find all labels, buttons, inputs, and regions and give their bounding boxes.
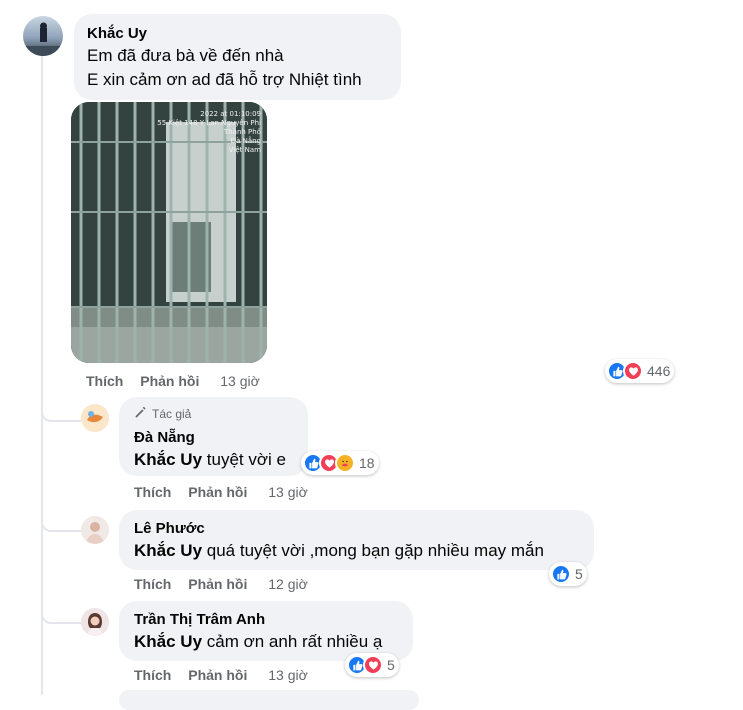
reply-message: cảm ơn anh rất nhiều ạ bbox=[206, 632, 383, 651]
care-reaction-icon bbox=[335, 453, 355, 473]
comment-photo[interactable]: 2022 at 01:10:09 55 Kiệt 148 Y Lan Nguyê… bbox=[71, 102, 267, 363]
reaction-summary[interactable]: 18 bbox=[301, 451, 379, 475]
thread-connector bbox=[41, 602, 81, 624]
thread-connector bbox=[41, 510, 81, 532]
reply-time[interactable]: 12 giờ bbox=[268, 576, 308, 592]
stamp-line: Đà Nẵng bbox=[230, 137, 261, 145]
stamp-line: 55 Kiệt 148 Y Lan Nguyên Phi bbox=[157, 119, 261, 127]
avatar[interactable] bbox=[81, 404, 109, 432]
reply-bubble bbox=[119, 510, 594, 570]
reply-actions: Thích Phản hồi 13 giờ bbox=[134, 667, 308, 683]
comment-author[interactable]: Khắc Uy bbox=[87, 25, 147, 42]
reply-message: quá tuyệt vời ,mong bạn gặp nhiều may mắ… bbox=[206, 541, 544, 560]
reply-time[interactable]: 13 giờ bbox=[268, 484, 308, 500]
reply-author[interactable]: Lê Phước bbox=[134, 520, 205, 537]
avatar-image bbox=[81, 516, 109, 544]
avatar-image bbox=[81, 608, 109, 636]
like-button[interactable]: Thích bbox=[134, 667, 171, 683]
reaction-count: 446 bbox=[647, 363, 671, 379]
reaction-count: 18 bbox=[359, 455, 375, 471]
love-reaction-icon bbox=[363, 655, 383, 675]
reply-actions: Thích Phản hồi 12 giờ bbox=[134, 576, 308, 592]
love-reaction-icon bbox=[623, 361, 643, 381]
reply-actions: Thích Phản hồi 13 giờ bbox=[134, 484, 308, 500]
reply-author[interactable]: Trần Thị Trâm Anh bbox=[134, 611, 265, 628]
mention-link[interactable]: Khắc Uy bbox=[134, 541, 202, 560]
thread-line bbox=[41, 56, 43, 695]
stamp-line: 2022 at 01:10:09 bbox=[200, 110, 261, 118]
reply-button[interactable]: Phản hồi bbox=[140, 373, 199, 389]
avatar[interactable] bbox=[23, 16, 63, 56]
reaction-count: 5 bbox=[575, 566, 583, 582]
stamp-line: Thành Phố bbox=[223, 128, 261, 136]
reply-button[interactable]: Phản hồi bbox=[188, 667, 247, 683]
reply-time[interactable]: 13 giờ bbox=[268, 667, 308, 683]
reply-text: Khắc Uy cảm ơn anh rất nhiều ạ bbox=[134, 632, 382, 652]
avatar-image bbox=[81, 404, 109, 432]
reply-button[interactable]: Phản hồi bbox=[188, 576, 247, 592]
avatar[interactable] bbox=[81, 608, 109, 636]
comment-time[interactable]: 13 giờ bbox=[220, 373, 260, 389]
comment-text-line-1: Em đã đưa bà về đến nhà bbox=[87, 46, 284, 65]
mention-link[interactable]: Khắc Uy bbox=[134, 632, 202, 651]
next-reply-bubble bbox=[119, 690, 419, 710]
like-reaction-icon bbox=[551, 564, 571, 584]
comment-actions: Thích Phản hồi 13 giờ bbox=[86, 373, 260, 389]
reply-message: tuyệt vời e bbox=[206, 450, 286, 469]
avatar-image bbox=[23, 22, 63, 56]
reply-bubble bbox=[119, 601, 413, 661]
reply-button[interactable]: Phản hồi bbox=[188, 484, 247, 500]
author-badge: Tác giả bbox=[134, 406, 191, 422]
like-button[interactable]: Thích bbox=[134, 576, 171, 592]
reply-text: Khắc Uy quá tuyệt vời ,mong bạn gặp nhiề… bbox=[134, 541, 544, 561]
reaction-summary[interactable]: 5 bbox=[345, 653, 399, 677]
stamp-line: Việt Nam bbox=[228, 146, 261, 154]
mention-link[interactable]: Khắc Uy bbox=[134, 450, 202, 469]
photo-timestamp: 2022 at 01:10:09 55 Kiệt 148 Y Lan Nguyê… bbox=[157, 110, 261, 155]
reply-author[interactable]: Đà Nẵng bbox=[134, 429, 195, 446]
pencil-icon bbox=[134, 406, 147, 422]
author-badge-label: Tác giả bbox=[152, 407, 192, 421]
comment-text-line-2: E xin cảm ơn ad đã hỗ trợ Nhiệt tình bbox=[87, 70, 362, 89]
like-button[interactable]: Thích bbox=[134, 484, 171, 500]
avatar[interactable] bbox=[81, 516, 109, 544]
reaction-count: 5 bbox=[387, 657, 395, 673]
reaction-summary[interactable]: 446 bbox=[605, 359, 675, 383]
reaction-summary[interactable]: 5 bbox=[549, 562, 587, 586]
reply-text: Khắc Uy tuyệt vời e bbox=[134, 450, 286, 470]
thread-connector bbox=[41, 400, 81, 422]
like-button[interactable]: Thích bbox=[86, 373, 123, 389]
